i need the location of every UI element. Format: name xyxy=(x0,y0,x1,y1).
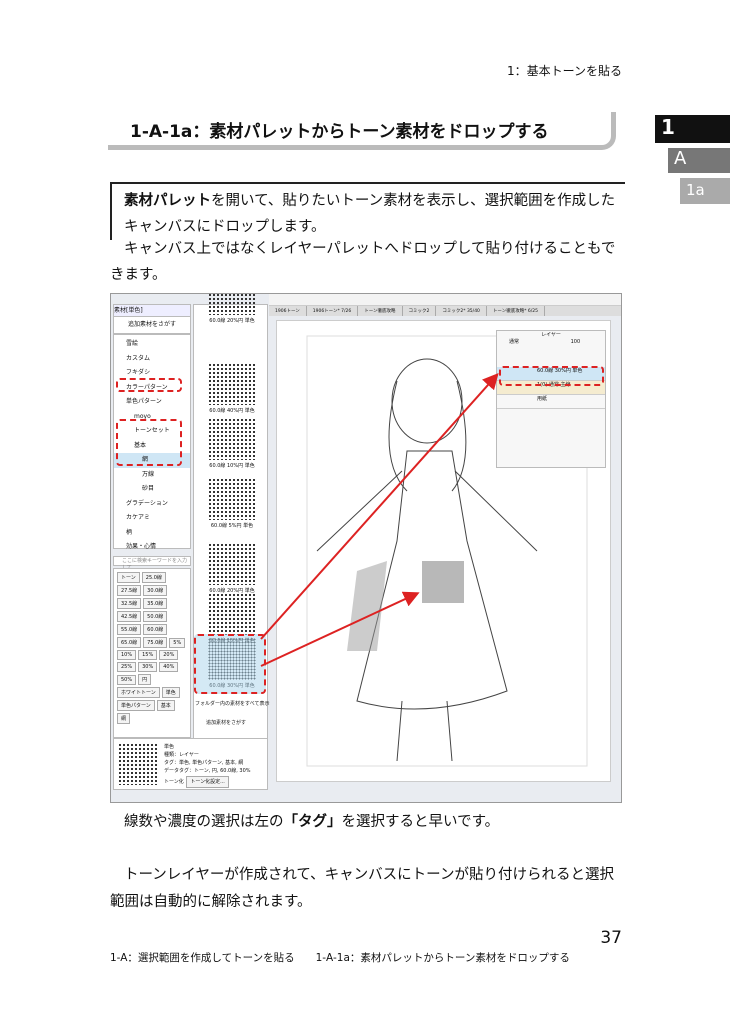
intro-bold: 素材パレット xyxy=(124,193,211,209)
caption-bold: 「タグ」 xyxy=(283,814,342,830)
page-number: 37 xyxy=(600,928,622,948)
intro-paragraph: 素材パレットを開いて、貼りたいトーン素材を表示し、選択範囲を作成したキャンバスに… xyxy=(110,182,625,240)
footer: 1-A：選択範囲を作成してトーンを貼る 1-A-1a：素材パレットからトーン素材… xyxy=(110,952,570,964)
section-title: 1-A-1a：素材パレットからトーン素材をドロップする xyxy=(108,112,616,150)
body-paragraph: トーンレイヤーが作成されて、キャンバスにトーンが貼り付けられると選択範囲は自動的… xyxy=(110,867,614,910)
arrow-to-layer xyxy=(260,373,499,640)
caption: 線数や濃度の選択は左の「タグ」を選択すると早いです。 xyxy=(110,810,499,831)
arrow-to-canvas xyxy=(260,591,420,667)
chapter-tab: 1 xyxy=(655,115,730,143)
intro-paragraph-2: キャンバス上ではなくレイヤーパレットへドロップして貼り付けることもできます。 xyxy=(110,241,616,283)
subsection-tab: 1a xyxy=(680,178,730,204)
app-screenshot: 素材[単色] 追加素材をさがす 雪絵 カスタム フキダシ カラーパターン 単色パターン m… xyxy=(110,293,622,803)
section-tab: A xyxy=(668,148,730,173)
drag-arrows xyxy=(260,373,499,667)
caption-post: を選択すると早いです。 xyxy=(341,814,500,830)
caption-pre: 線数や濃度の選択は左の xyxy=(124,814,284,830)
running-header: 1：基本トーンを貼る xyxy=(506,64,622,78)
